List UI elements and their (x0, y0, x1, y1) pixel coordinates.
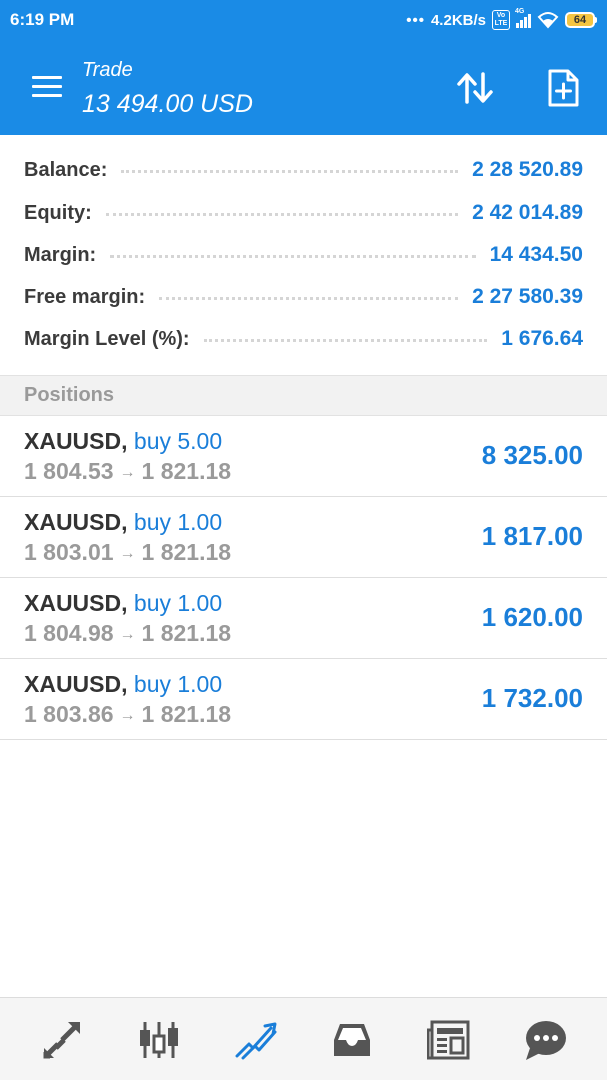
position-row[interactable]: XAUUSD, buy 5.00 1 804.53 → 1 821.18 8 325… (0, 416, 607, 497)
status-indicators: ••• 4.2KB/s Vo LTE 4G 64 (406, 8, 597, 32)
margin-label: Margin: (24, 243, 97, 266)
position-prices: 1 804.98 → 1 821.18 (24, 620, 231, 647)
position-type: buy 1.00 (133, 509, 223, 535)
battery-icon: 64 (565, 12, 597, 28)
dot-leader (121, 163, 459, 173)
new-order-icon[interactable] (546, 68, 580, 108)
balance-value: 2 28 520.89 (472, 158, 583, 181)
menu-icon[interactable] (32, 76, 62, 98)
chart-icon (140, 1022, 178, 1058)
free-margin-row: Free margin: 2 27 580.39 (24, 282, 583, 312)
position-type: buy 5.00 (133, 428, 223, 454)
current-price: 1 821.18 (141, 701, 232, 727)
position-prices: 1 804.53 → 1 821.18 (24, 458, 231, 485)
margin-level-label: Margin Level (%): (24, 327, 190, 350)
arrow-right-icon: → (119, 626, 136, 643)
nav-chat[interactable] (521, 1016, 569, 1064)
signal-icon: 4G (515, 8, 531, 28)
position-title: XAUUSD, buy 1.00 (24, 590, 222, 617)
sort-icon[interactable] (455, 70, 495, 106)
arrow-right-icon: → (119, 464, 136, 481)
position-row[interactable]: XAUUSD, buy 1.00 1 803.01 → 1 821.18 1 817… (0, 497, 607, 578)
bottom-navigation (0, 997, 607, 1080)
position-symbol: XAUUSD, (24, 590, 128, 616)
position-type: buy 1.00 (133, 590, 223, 616)
position-title: XAUUSD, buy 5.00 (24, 428, 222, 455)
open-price: 1 803.86 (24, 701, 114, 727)
equity-value: 2 42 014.89 (472, 201, 583, 224)
arrow-right-icon: → (119, 707, 136, 724)
quotes-icon (43, 1022, 80, 1059)
current-price: 1 821.18 (141, 458, 232, 484)
arrow-right-icon: → (119, 545, 136, 562)
app-bar: Trade 13 494.00 USD (0, 40, 607, 135)
equity-label: Equity: (24, 201, 92, 224)
positions-section-header: Positions (0, 375, 607, 416)
battery-level: 64 (565, 12, 595, 28)
trade-icon (235, 1022, 277, 1060)
dot-leader (110, 248, 476, 258)
page-title: Trade (82, 59, 133, 81)
position-title: XAUUSD, buy 1.00 (24, 671, 222, 698)
balance-label: Balance: (24, 158, 108, 181)
open-price: 1 803.01 (24, 539, 114, 565)
history-icon (334, 1024, 370, 1056)
position-symbol: XAUUSD, (24, 428, 128, 454)
account-summary: Balance: 2 28 520.89 Equity: 2 42 014.89… (0, 135, 607, 375)
wifi-icon (537, 12, 559, 29)
position-profit: 1 620.00 (481, 602, 583, 632)
positions-header-label: Positions (24, 384, 115, 406)
dot-leader (105, 206, 459, 216)
equity-row: Equity: 2 42 014.89 (24, 198, 583, 228)
position-row[interactable]: XAUUSD, buy 1.00 1 803.86 → 1 821.18 1 732… (0, 659, 607, 740)
header-balance: 13 494.00 USD (82, 90, 253, 118)
position-symbol: XAUUSD, (24, 671, 128, 697)
position-prices: 1 803.86 → 1 821.18 (24, 701, 231, 728)
margin-level-row: Margin Level (%): 1 676.64 (24, 324, 583, 354)
position-symbol: XAUUSD, (24, 509, 128, 535)
volte-badge: Vo LTE (492, 10, 510, 30)
position-row[interactable]: XAUUSD, buy 1.00 1 804.98 → 1 821.18 1 620… (0, 578, 607, 659)
nav-trade[interactable] (232, 1016, 280, 1064)
status-bar: 6:19 PM ••• 4.2KB/s Vo LTE 4G 64 (0, 0, 607, 40)
signal-label: 4G (515, 8, 525, 15)
free-margin-label: Free margin: (24, 285, 146, 308)
position-type: buy 1.00 (133, 671, 223, 697)
margin-level-value: 1 676.64 (501, 327, 583, 350)
nav-news[interactable] (425, 1016, 473, 1064)
current-price: 1 821.18 (141, 620, 232, 646)
margin-value: 14 434.50 (489, 243, 583, 266)
nav-chart[interactable] (135, 1016, 183, 1064)
chat-icon (526, 1021, 566, 1060)
position-prices: 1 803.01 → 1 821.18 (24, 539, 231, 566)
position-profit: 1 732.00 (481, 683, 583, 713)
dot-leader (159, 290, 459, 300)
dots-indicator: ••• (406, 11, 425, 29)
position-profit: 1 817.00 (481, 521, 583, 551)
free-margin-value: 2 27 580.39 (472, 285, 583, 308)
open-price: 1 804.53 (24, 458, 114, 484)
network-speed: 4.2KB/s (430, 11, 486, 29)
status-time: 6:19 PM (10, 10, 75, 29)
current-price: 1 821.18 (141, 539, 232, 565)
news-icon (427, 1020, 470, 1060)
margin-row: Margin: 14 434.50 (24, 240, 583, 270)
dot-leader (203, 332, 488, 342)
position-profit: 8 325.00 (481, 440, 583, 470)
nav-quotes[interactable] (38, 1016, 86, 1064)
open-price: 1 804.98 (24, 620, 114, 646)
balance-row: Balance: 2 28 520.89 (24, 155, 583, 185)
position-title: XAUUSD, buy 1.00 (24, 509, 222, 536)
nav-history[interactable] (328, 1016, 376, 1064)
